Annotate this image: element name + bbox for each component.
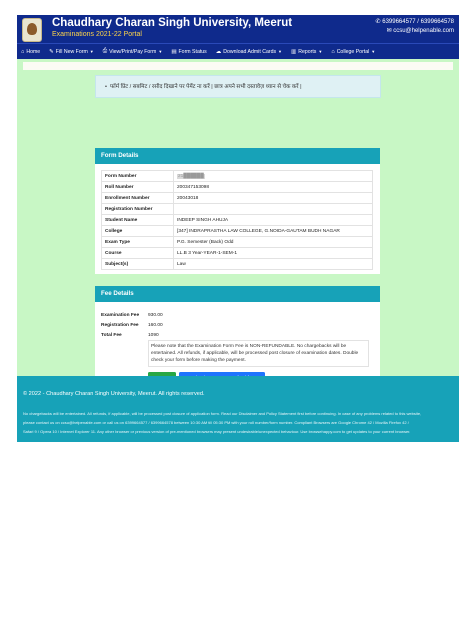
table-row: Course LL.B 3 Year-YEAR-1-SEM-1 <box>101 247 373 259</box>
nav-home[interactable]: ⌂ Home <box>21 49 40 55</box>
nav-college-portal[interactable]: ⌂ College Portal ▼ <box>331 49 375 55</box>
fee-details-heading: Fee Details <box>95 286 380 302</box>
main-nav: ⌂ Home ✎ Fill New Form ▼ ⎙ View/Print/Pay Fo… <box>17 43 459 59</box>
fee-label: Examination Fee <box>101 312 140 318</box>
refund-policy-note: Please note that the Examination Form Fe… <box>148 340 369 367</box>
row-value: 20043018 <box>173 192 373 204</box>
copyright-text: © 2022 - Chaudhary Charan Singh Universi… <box>23 391 205 397</box>
nav-label: Home <box>26 48 41 55</box>
row-value: LL.B 3 Year-YEAR-1-SEM-1 <box>173 247 373 259</box>
fee-label: Registration Fee <box>101 322 139 328</box>
nav-label: Form Status <box>178 48 207 55</box>
footer-line-3: Safari 9 / Opera 10 / Internet Explorer … <box>23 429 411 434</box>
notice-text: फॉर्म प्रिंट / सबमिट / रसीद दिखाने पर पे… <box>105 82 302 90</box>
bank-icon: ⌂ <box>331 48 335 55</box>
fee-row: Examination Fee 930.00 <box>101 310 374 320</box>
row-label: Registration Number <box>101 203 174 215</box>
nav-download-admit-cards[interactable]: ☁ Download Admit Cards ▼ <box>216 49 282 55</box>
form-details-card: Form Details Form Number 21██████ Roll Nu… <box>95 148 380 274</box>
home-icon: ⌂ <box>21 48 25 55</box>
email-address[interactable]: ccsu@helpenable.com <box>393 28 454 34</box>
row-label: Course <box>101 247 174 259</box>
university-logo <box>22 18 42 42</box>
table-row: Student Name INDEEP SINGH AHUJA <box>101 214 373 226</box>
footer-line-2: please contact us on ccsu@helpenable.com… <box>23 420 409 425</box>
fee-value: 160.00 <box>148 322 163 328</box>
phone-line: ✆ 6399664577 / 6399664578 <box>375 19 454 25</box>
row-value <box>173 203 373 215</box>
form-details-table: Form Number 21██████ Roll Number 200347153… <box>101 170 373 270</box>
nav-label: College Portal <box>336 48 370 55</box>
fee-details-body: Examination Fee 930.00 Registration Fee 16… <box>95 302 380 387</box>
nav-label: Reports <box>298 48 317 55</box>
email-line: ✉ ccsu@helpenable.com <box>386 28 455 34</box>
row-label: College <box>101 225 174 237</box>
header: Chaudhary Charan Singh University, Meeru… <box>17 15 459 43</box>
fee-row: Registration Fee 160.00 <box>101 320 374 330</box>
footer: © 2022 - Chaudhary Charan Singh Universi… <box>17 376 459 442</box>
print-icon: ⎙ <box>102 48 108 54</box>
site-title: Chaudhary Charan Singh University, Meeru… <box>52 17 293 29</box>
site-subtitle: Examinations 2021-22 Portal <box>52 31 142 38</box>
form-details-body: Form Number 21██████ Roll Number 200347153… <box>95 164 380 274</box>
fee-value: 930.00 <box>148 312 163 318</box>
form-number-value: 21██████ <box>177 173 205 179</box>
row-value: 21██████ <box>173 170 373 182</box>
table-row: Enrollment Number 20043018 <box>101 192 373 204</box>
nav-fill-new-form[interactable]: ✎ Fill New Form ▼ <box>49 49 94 55</box>
caret-down-icon: ▼ <box>89 49 94 54</box>
table-row: Roll Number 200347153098 <box>101 181 373 193</box>
edit-icon: ✎ <box>49 48 54 55</box>
notice-alert: फॉर्म प्रिंट / सबमिट / रसीद दिखाने पर पे… <box>95 75 381 98</box>
table-row: Subject(s) Law <box>101 258 373 270</box>
document-icon: ▤ <box>171 48 177 55</box>
row-value: INDEEP SINGH AHUJA <box>173 214 373 226</box>
row-label: Roll Number <box>101 181 174 193</box>
row-value: [347] INDRAPRASTHA LAW COLLEGE, G.NOIDA-… <box>173 225 373 237</box>
top-strip <box>23 62 453 70</box>
page: Chaudhary Charan Singh University, Meeru… <box>17 15 459 442</box>
phone-number: 6399664577 / 6399664578 <box>382 19 454 25</box>
caret-down-icon: ▼ <box>318 49 323 54</box>
caret-down-icon: ▼ <box>371 49 376 54</box>
fee-row: Total Fee 1090 <box>101 330 374 340</box>
row-label: Student Name <box>101 214 174 226</box>
caret-down-icon: ▼ <box>158 49 163 54</box>
nav-label: Fill New Form <box>55 48 88 55</box>
row-label: Enrollment Number <box>101 192 174 204</box>
row-label: Form Number <box>101 170 174 182</box>
table-row: Exam Type P.G. Semester (Back) Odd <box>101 236 373 248</box>
form-details-heading: Form Details <box>95 148 380 164</box>
row-label: Exam Type <box>101 236 174 248</box>
nav-view-print-pay[interactable]: ⎙ View/Print/Pay Form ▼ <box>103 48 163 55</box>
row-label: Subject(s) <box>101 258 174 270</box>
nav-label: View/Print/Pay Form <box>109 48 157 55</box>
fee-label: Total Fee <box>101 332 122 338</box>
table-row: Form Number 21██████ <box>101 170 373 182</box>
main-content: फॉर्म प्रिंट / सबमिट / रसीद दिखाने पर पे… <box>17 59 459 406</box>
row-value: Law <box>173 258 373 270</box>
report-icon: ▥ <box>291 48 297 55</box>
nav-form-status[interactable]: ▤ Form Status <box>171 49 206 55</box>
table-row: College [347] INDRAPRASTHA LAW COLLEGE, G… <box>101 225 373 237</box>
contact-info: ✆ 6399664577 / 6399664578 ✉ ccsu@helpena… <box>376 18 454 36</box>
fee-value: 1090 <box>148 332 159 338</box>
table-row: Registration Number <box>101 203 373 215</box>
footer-line-1: No chargebacks will be entertained. All … <box>23 411 422 416</box>
row-value: P.G. Semester (Back) Odd <box>173 236 373 248</box>
nav-reports[interactable]: ▥ Reports ▼ <box>291 49 322 55</box>
cloud-download-icon: ☁ <box>215 48 222 55</box>
caret-down-icon: ▼ <box>278 49 283 54</box>
footer-fine-print: No chargebacks will be entertained. All … <box>23 409 453 436</box>
nav-label: Download Admit Cards <box>223 48 277 55</box>
row-value: 200347153098 <box>173 181 373 193</box>
